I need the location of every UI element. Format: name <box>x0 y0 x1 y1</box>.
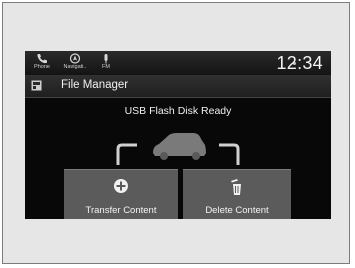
status-bar: Phone Navigati.. FM 12:34 <box>25 51 331 75</box>
delete-content-label: Delete Content <box>205 205 269 216</box>
transfer-content-button[interactable]: Transfer Content <box>64 169 178 219</box>
delete-content-button[interactable]: Delete Content <box>183 169 291 219</box>
status-item-label: Phone <box>34 64 50 70</box>
status-item-navigation[interactable]: Navigati.. <box>60 53 90 71</box>
page-title: File Manager <box>61 79 129 91</box>
status-item-label: Navigati.. <box>63 64 87 70</box>
trash-icon <box>231 179 241 195</box>
navigation-icon <box>69 53 81 64</box>
usb-status-message: USB Flash Disk Ready <box>124 105 232 117</box>
status-item-label: FM <box>102 64 110 70</box>
phone-icon <box>37 54 47 64</box>
title-bar: File Manager <box>25 75 331 98</box>
clock: 12:34 <box>276 53 323 73</box>
usb-to-car-graphic <box>116 133 240 165</box>
infotainment-screen: Phone Navigati.. FM 12:34 File Manager U… <box>25 51 331 219</box>
file-manager-icon <box>31 80 42 91</box>
status-item-phone[interactable]: Phone <box>27 53 57 71</box>
plus-circle-icon <box>114 179 128 193</box>
transfer-content-label: Transfer Content <box>85 205 157 216</box>
status-item-fm[interactable]: FM <box>91 53 121 71</box>
fm-radio-icon <box>104 54 108 64</box>
